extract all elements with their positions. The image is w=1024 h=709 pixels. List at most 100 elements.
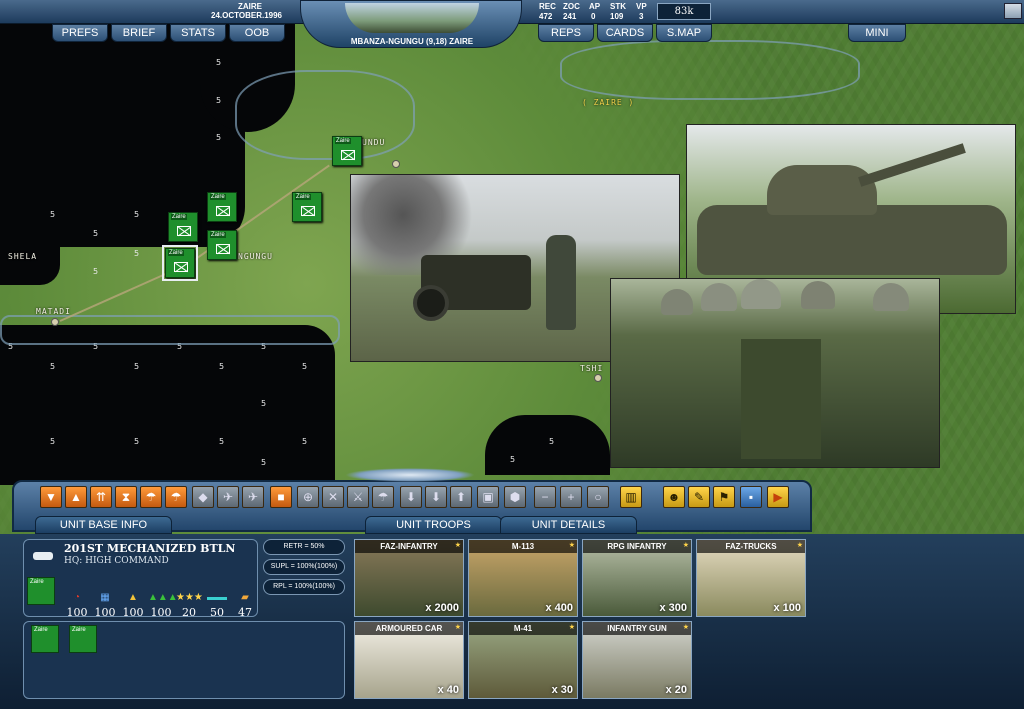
parachute-icon[interactable]: ☂ <box>372 486 394 508</box>
star-icon: ★ <box>682 624 689 631</box>
zoom-in-icon[interactable]: + <box>560 486 582 508</box>
unit-name: 201ST MECHANIZED BTLN <box>64 542 236 555</box>
stacked-unit-icon[interactable]: Zaire <box>69 625 97 653</box>
hex-value: 5 <box>261 458 267 467</box>
troop-card[interactable]: FAZ-TRUCKS ★ x 100 <box>696 539 806 617</box>
city-marker[interactable] <box>594 374 602 382</box>
prefs-button[interactable]: PREFS <box>52 24 108 42</box>
tab-unit-details[interactable]: UNIT DETAILS <box>500 516 637 534</box>
move-all-up-icon[interactable]: ⇈ <box>90 486 112 508</box>
unit-nation-tag: Zaire <box>335 138 351 144</box>
hex-value: 5 <box>216 133 222 142</box>
minimize-button[interactable] <box>1004 3 1022 19</box>
hex-value: 5 <box>302 437 308 446</box>
location-badge: MBANZA-NGUNGU (9,18) ZAIRE <box>300 0 522 48</box>
unit-nation-tag: Zaire <box>210 232 226 238</box>
unit-counter[interactable]: Zaire <box>168 212 198 242</box>
road <box>59 267 180 322</box>
hex-value: 5 <box>134 210 140 219</box>
entrenchment-stat: ▲▲▲ 100 <box>148 592 178 619</box>
hex-value: 5 <box>134 249 140 258</box>
troop-card[interactable]: M-113 ★ x 400 <box>468 539 578 617</box>
unit-counter[interactable]: Zaire <box>207 230 237 260</box>
orders-icon[interactable]: ✎ <box>688 486 710 508</box>
selected-unit-counter[interactable]: Zaire <box>162 245 198 281</box>
supply-stat: ▲ 100 <box>120 592 146 619</box>
leader-icon[interactable]: ☻ <box>663 486 685 508</box>
tab-unit-troops[interactable]: UNIT TROOPS <box>365 516 502 534</box>
tab-unit-base-info[interactable]: UNIT BASE INFO <box>35 516 172 534</box>
airdrop-icon[interactable]: ☂ <box>165 486 187 508</box>
hq-icon[interactable]: ▣ <box>477 486 499 508</box>
unit-counter[interactable]: Zaire <box>332 136 362 166</box>
unload-icon[interactable]: ⬇ <box>400 486 422 508</box>
star-icon: ★ <box>454 624 461 631</box>
load-icon[interactable]: ⬇ <box>425 486 447 508</box>
strategic-map-button[interactable]: S.MAP <box>656 24 712 42</box>
move-down-icon[interactable]: ▼ <box>40 486 62 508</box>
hex-value: 5 <box>50 362 56 371</box>
city-marker[interactable] <box>392 160 400 168</box>
stats-button[interactable]: STATS <box>170 24 226 42</box>
strength-icon: ◔ <box>73 592 81 603</box>
paratroop-icon[interactable]: ☂ <box>140 486 162 508</box>
unit-counter[interactable]: Zaire <box>292 192 322 222</box>
stat-value: 109 <box>610 12 624 21</box>
infantry-symbol-icon <box>341 150 355 160</box>
stat-label: ZOC <box>563 2 580 11</box>
country-name: ZAIRE <box>238 2 262 11</box>
city-label: TSHI <box>580 364 604 373</box>
troop-card[interactable]: ARMOURED CAR ★ x 40 <box>354 621 464 699</box>
strategic-move-icon[interactable]: ✈ <box>242 486 264 508</box>
build-icon[interactable]: ■ <box>270 486 292 508</box>
readiness-stat: ▦ 100 <box>92 592 118 619</box>
unit-counter[interactable]: Zaire <box>207 192 237 222</box>
brief-button[interactable]: BRIEF <box>111 24 167 42</box>
hex-value: 5 <box>216 58 222 67</box>
infantry-symbol-icon <box>301 206 315 216</box>
hex-info-icon[interactable]: ⬢ <box>504 486 526 508</box>
zoom-reset-icon[interactable]: ○ <box>587 486 609 508</box>
lake-area <box>485 415 610 475</box>
cards-button[interactable]: CARDS <box>597 24 653 42</box>
hex-value: 5 <box>93 267 99 276</box>
target-icon[interactable]: ⊕ <box>297 486 319 508</box>
hex-value: 5 <box>216 96 222 105</box>
supply-setting[interactable]: SUPL = 100%(100%) <box>263 559 345 575</box>
troop-card[interactable]: RPG INFANTRY ★ x 300 <box>582 539 692 617</box>
hex-value: 5 <box>219 362 225 371</box>
strike-icon[interactable]: ✕ <box>322 486 344 508</box>
hex-value: 5 <box>219 437 225 446</box>
save-icon[interactable]: ▪ <box>740 486 762 508</box>
retreat-setting[interactable]: RETR = 50% <box>263 539 345 555</box>
stat-label: STK <box>610 2 626 11</box>
flag-icon[interactable]: ⚑ <box>713 486 735 508</box>
stacked-unit-icon[interactable]: Zaire <box>31 625 59 653</box>
supply-icon[interactable]: ▥ <box>620 486 642 508</box>
unit-hq: HQ: HIGH COMMAND <box>64 556 169 566</box>
unit-nation-tag: Zaire <box>72 627 86 633</box>
troop-card[interactable]: FAZ-INFANTRY ★ x 2000 <box>354 539 464 617</box>
minimap-button[interactable]: MINI <box>848 24 906 42</box>
ap-icon: ▰ <box>241 592 249 603</box>
rail-move-icon[interactable]: ✈ <box>217 486 239 508</box>
end-turn-icon[interactable]: ▶ <box>767 486 789 508</box>
hourglass-icon[interactable]: ⧗ <box>115 486 137 508</box>
troop-card[interactable]: INFANTRY GUN ★ x 20 <box>582 621 692 699</box>
replacement-setting[interactable]: RPL = 100%(100%) <box>263 579 345 595</box>
troop-card[interactable]: M-41 ★ x 30 <box>468 621 578 699</box>
selected-unit-icon[interactable]: Zaire <box>27 577 55 605</box>
toolbar-ornament <box>345 468 475 482</box>
oob-button[interactable]: OOB <box>229 24 285 42</box>
reps-button[interactable]: REPS <box>538 24 594 42</box>
stat-value: 0 <box>591 12 596 21</box>
city-marker[interactable] <box>51 318 59 326</box>
embark-icon[interactable]: ⬆ <box>450 486 472 508</box>
move-up-icon[interactable]: ▲ <box>65 486 87 508</box>
tank-icon <box>33 552 53 560</box>
hex-value: 5 <box>510 455 516 464</box>
soldiers-photo <box>610 278 940 468</box>
swords-icon[interactable]: ⚔ <box>347 486 369 508</box>
blow-bridge-icon[interactable]: ◆ <box>192 486 214 508</box>
zoom-out-icon[interactable]: − <box>534 486 556 508</box>
